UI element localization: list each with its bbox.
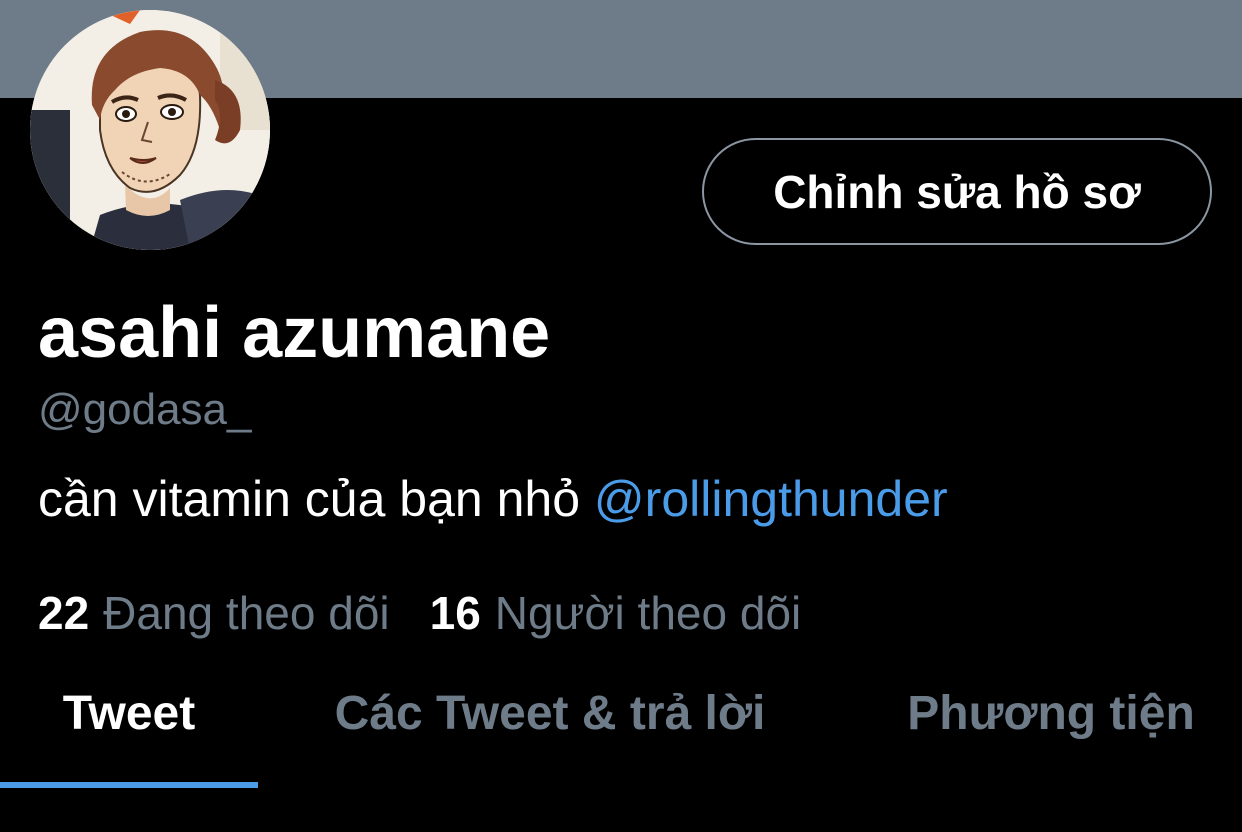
- username-handle: @godasa_: [38, 385, 252, 434]
- follow-stats: 22 Đang theo dõi 16 Người theo dõi: [38, 584, 801, 642]
- tab-tweets[interactable]: Tweet: [0, 676, 258, 788]
- followers-label: Người theo dõi: [494, 587, 802, 639]
- profile-avatar[interactable]: [30, 10, 270, 250]
- followers-stat[interactable]: 16 Người theo dõi: [430, 584, 802, 642]
- active-tab-indicator: [0, 782, 258, 788]
- following-stat[interactable]: 22 Đang theo dõi: [38, 584, 390, 642]
- bio-mention-link[interactable]: @rollingthunder: [594, 471, 948, 527]
- tab-tweets-and-replies[interactable]: Các Tweet & trả lời: [292, 676, 808, 788]
- bio-text: cần vitamin của bạn nhỏ: [38, 471, 594, 527]
- followers-count: 16: [429, 587, 481, 639]
- edit-profile-button[interactable]: Chỉnh sửa hồ sơ: [702, 138, 1212, 245]
- following-count: 22: [38, 587, 90, 639]
- profile-tabs: Tweet Các Tweet & trả lời Phương tiện: [0, 676, 1242, 788]
- profile-bio: cần vitamin của bạn nhỏ @rollingthunder: [38, 466, 948, 532]
- avatar-illustration: [30, 10, 270, 250]
- display-name: asahi azumane: [38, 293, 551, 373]
- following-label: Đang theo dõi: [103, 587, 390, 639]
- tab-media[interactable]: Phương tiện: [860, 676, 1242, 788]
